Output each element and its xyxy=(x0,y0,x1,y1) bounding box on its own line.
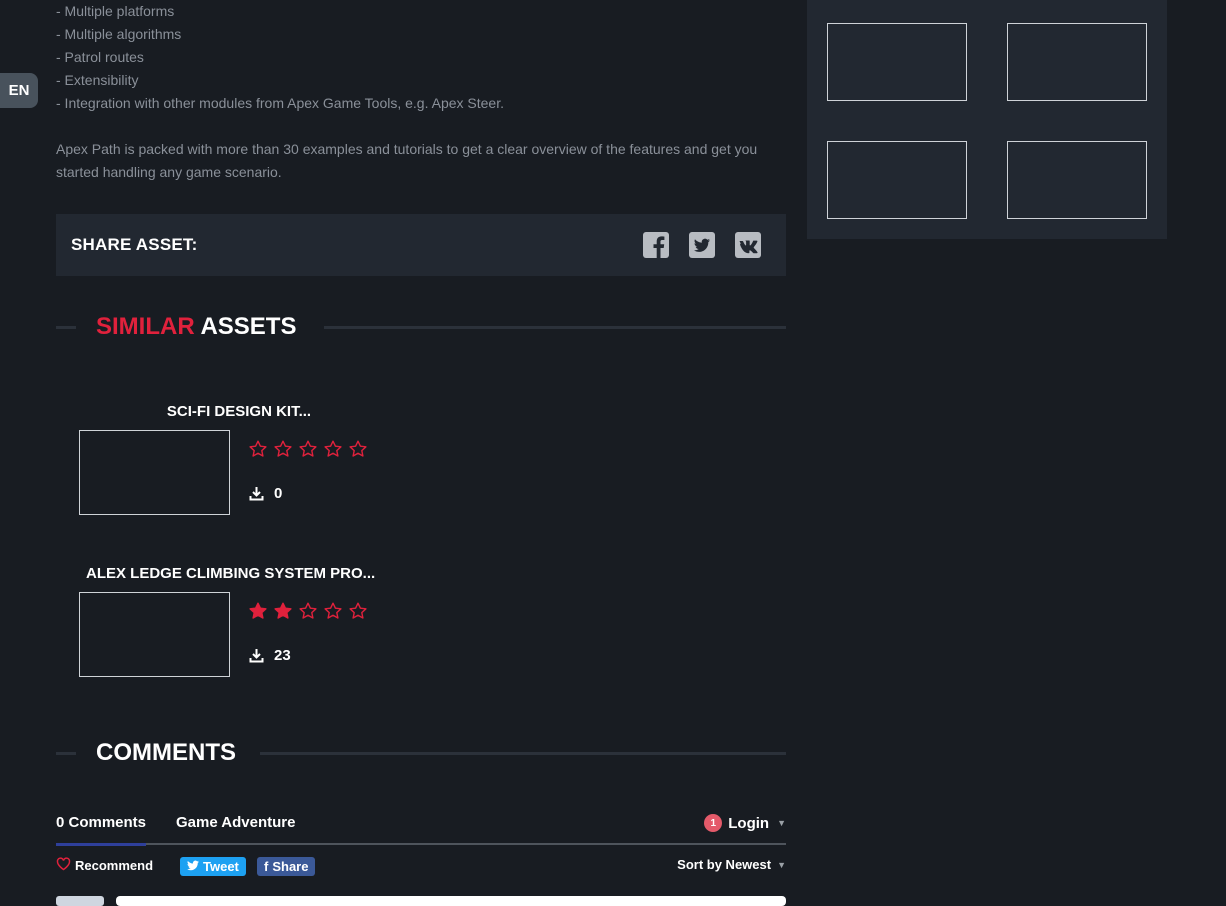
share-bar: SHARE ASSET: xyxy=(56,214,786,276)
recommend-label: Recommend xyxy=(75,858,154,873)
asset-title[interactable]: ALEX LEDGE CLIMBING SYSTEM PRO... xyxy=(86,565,406,582)
feature-item: - Multiple algorithms xyxy=(56,26,182,42)
feature-item: - Integration with other modules from Ap… xyxy=(56,95,504,111)
active-tab-indicator xyxy=(56,843,146,846)
avatar xyxy=(56,896,104,906)
download-count: 23 xyxy=(249,647,291,664)
star-empty-icon xyxy=(274,440,292,458)
download-value: 0 xyxy=(274,485,283,502)
star-filled-icon xyxy=(249,602,267,620)
feature-item: - Extensibility xyxy=(56,72,139,88)
comments-actions: Recommend Tweet f Share Sort by Newest ▼ xyxy=(56,857,786,877)
facebook-icon[interactable] xyxy=(643,232,669,258)
asset-description: - Multiple platforms - Multiple algorith… xyxy=(56,0,776,180)
tab-community[interactable]: Game Adventure xyxy=(176,814,295,831)
description-paragraph: Apex Path is packed with more than 30 ex… xyxy=(56,141,758,180)
heading-rule-right xyxy=(324,326,786,329)
language-switcher[interactable]: EN xyxy=(0,73,38,108)
recommend-button[interactable]: Recommend xyxy=(56,857,153,874)
feature-item: - Patrol routes xyxy=(56,49,144,65)
star-empty-icon xyxy=(349,602,367,620)
vk-icon[interactable] xyxy=(735,232,761,258)
chevron-down-icon: ▼ xyxy=(777,818,786,828)
comments-tabs: 0 Comments Game Adventure 1 Login ▼ xyxy=(56,814,786,846)
facebook-share-button[interactable]: f Share xyxy=(257,857,316,876)
sort-dropdown[interactable]: Sort by Newest ▼ xyxy=(677,857,786,872)
comments-heading: COMMENTS xyxy=(56,739,786,769)
facebook-icon: f xyxy=(264,859,269,874)
heart-icon xyxy=(56,857,71,874)
chevron-down-icon: ▼ xyxy=(777,859,786,870)
comments-title: COMMENTS xyxy=(96,739,236,766)
sidebar-gallery xyxy=(807,0,1167,239)
gallery-thumbnail[interactable] xyxy=(827,23,967,101)
comment-input[interactable] xyxy=(116,896,786,906)
gallery-thumbnail[interactable] xyxy=(827,141,967,219)
login-label: Login xyxy=(728,814,770,832)
tabs-divider xyxy=(56,843,786,845)
language-label: EN xyxy=(8,82,30,99)
gallery-thumbnail[interactable] xyxy=(1007,141,1147,219)
star-empty-icon xyxy=(299,440,317,458)
download-icon xyxy=(249,486,264,501)
similar-assets-heading: SIMILAR ASSETS xyxy=(56,313,786,343)
heading-rule-left xyxy=(56,326,76,329)
download-icon xyxy=(249,648,264,663)
share-label: SHARE ASSET: xyxy=(71,235,198,254)
tab-comments-count[interactable]: 0 Comments xyxy=(56,814,146,831)
tweet-button[interactable]: Tweet xyxy=(180,857,246,876)
gallery-thumbnail[interactable] xyxy=(1007,23,1147,101)
rating-stars xyxy=(249,440,367,458)
twitter-icon xyxy=(187,859,199,874)
star-filled-icon xyxy=(274,602,292,620)
star-empty-icon xyxy=(324,602,342,620)
feature-item: - Multiple platforms xyxy=(56,3,175,19)
share-label: Share xyxy=(272,859,309,874)
asset-thumbnail[interactable] xyxy=(79,592,230,677)
star-empty-icon xyxy=(349,440,367,458)
heading-rule-left xyxy=(56,752,76,755)
download-count: 0 xyxy=(249,485,282,502)
asset-title[interactable]: SCI-FI DESIGN KIT... xyxy=(79,403,399,420)
asset-thumbnail[interactable] xyxy=(79,430,230,515)
share-icons xyxy=(643,232,761,258)
rating-stars xyxy=(249,602,367,620)
title-rest: ASSETS xyxy=(194,313,297,340)
heading-rule-right xyxy=(260,752,786,755)
star-empty-icon xyxy=(249,440,267,458)
twitter-icon[interactable] xyxy=(689,232,715,258)
similar-assets-title: SIMILAR ASSETS xyxy=(96,313,296,341)
download-value: 23 xyxy=(274,647,291,664)
star-empty-icon xyxy=(324,440,342,458)
star-empty-icon xyxy=(299,602,317,620)
sort-label: Sort by Newest xyxy=(677,857,772,872)
notification-badge: 1 xyxy=(704,814,723,832)
title-accent: SIMILAR xyxy=(96,313,195,340)
login-menu[interactable]: 1 Login ▼ xyxy=(704,814,786,832)
tweet-label: Tweet xyxy=(203,859,239,874)
